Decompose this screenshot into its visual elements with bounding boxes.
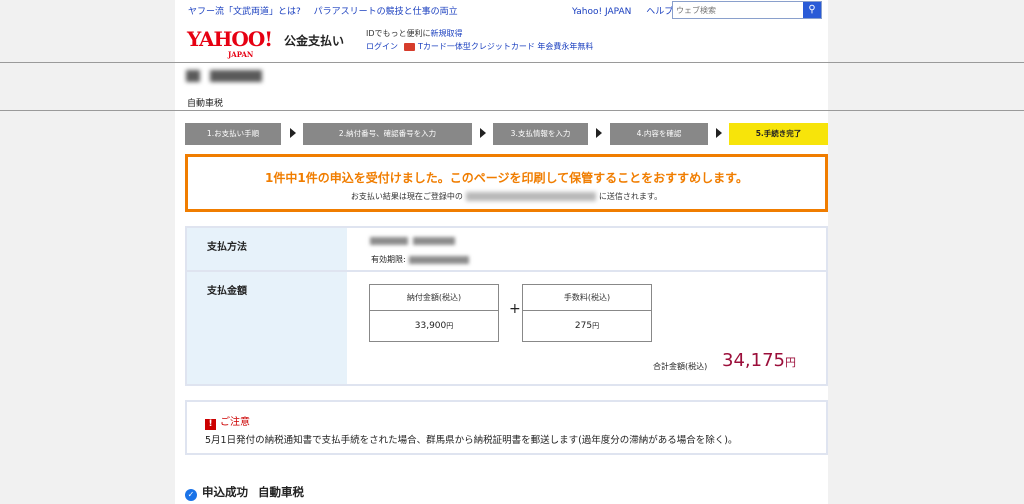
caution-text: 5月1日発付の納税通知書で支払手続をされた場合、群馬県から納税証明書を郵送します… [205, 435, 738, 446]
service-name[interactable]: 公金支払い [284, 32, 344, 49]
step-arrow-icon [290, 128, 296, 138]
fee-box: 手数料(税込) 275円 [522, 284, 652, 342]
top-right-links: Yahoo! JAPAN ヘルプ [572, 4, 685, 17]
success-item: 自動車税 [258, 485, 304, 499]
masked-email [465, 192, 596, 201]
help-link[interactable]: ヘルプ [646, 7, 673, 17]
id-promo: IDでもっと便利に新規取得 [366, 28, 463, 39]
web-search: ⚲ [672, 1, 822, 19]
register-link[interactable]: 新規取得 [431, 29, 463, 38]
caution-title: ! ご注意 [205, 413, 250, 430]
header-divider [0, 62, 1024, 63]
payment-method-label: 支払方法 [187, 228, 347, 270]
login-link[interactable]: ログイン [366, 42, 398, 51]
caution-box: ! ご注意 5月1日発付の納税通知書で支払手続をされた場合、群馬県から納税証明書を… [185, 400, 828, 455]
tax-amount-label: 納付金額(税込) [370, 285, 498, 311]
total-label: 合計金額(税込) [653, 362, 708, 371]
card-expiry: 有効期限: [371, 254, 469, 265]
login-line: ログイン Tカード一体型クレジットカード 年会費永年無料 [366, 41, 593, 52]
yahoo-logo-sub: JAPAN [228, 50, 254, 59]
step-arrow-icon [480, 128, 486, 138]
search-input[interactable] [673, 2, 803, 18]
tax-amount-value: 33,900円 [414, 321, 454, 331]
warning-icon: ! [205, 419, 216, 430]
top-news-links: ヤフー流「文武両道」とは? パラアスリートの競技と仕事の両立 [188, 4, 468, 17]
completion-notice: 1件中1件の申込を受付けました。このページを印刷して保管することをおすすめします… [185, 154, 828, 212]
step-4: 4.内容を確認 [610, 123, 708, 145]
tax-amount-box: 納付金額(税込) 33,900円 [369, 284, 499, 342]
top-bar: ヤフー流「文武両道」とは? パラアスリートの競技と仕事の両立 Yahoo! JA… [175, 0, 828, 20]
step-5-current: 5.手続き完了 [729, 123, 828, 145]
id-promo-text: IDでもっと便利に [366, 29, 431, 38]
plus-icon: + [509, 301, 521, 317]
yahoo-japan-link[interactable]: Yahoo! JAPAN [572, 7, 631, 17]
total-value: 34,175円 [722, 350, 796, 371]
step-1: 1.お支払い手順 [185, 123, 281, 145]
title-divider [0, 110, 1024, 111]
page-title: 自動車税 [187, 99, 224, 109]
top-link-para-athlete[interactable]: パラアスリートの競技と仕事の両立 [314, 7, 458, 17]
tcard-icon [404, 42, 415, 51]
notification-message: お支払い結果は現在ご登録中の に送信されます。 [188, 191, 825, 202]
top-link-bunbu[interactable]: ヤフー流「文武両道」とは? [188, 7, 301, 17]
search-button[interactable]: ⚲ [803, 2, 821, 18]
completion-message: 1件中1件の申込を受付けました。このページを印刷して保管することをおすすめします… [265, 171, 748, 185]
masked-card-brand [370, 237, 408, 245]
masked-card-number [413, 237, 455, 245]
notification-suffix: に送信されます。 [598, 192, 663, 201]
step-arrow-icon [596, 128, 602, 138]
step-3: 3.支払情報を入力 [493, 123, 588, 145]
success-label: 申込成功 [202, 485, 248, 499]
masked-expiry [408, 255, 469, 264]
blurred-user-name [186, 70, 200, 82]
yahoo-logo[interactable]: YAHOO! [187, 27, 273, 51]
payment-details-table: 支払方法 有効期限: 支払金額 納付金額(税込) 33,900円 + 手数料(税… [185, 226, 828, 386]
check-circle-icon: ✓ [185, 489, 197, 501]
success-heading: ✓ 申込成功 自動車税 [185, 484, 304, 501]
left-background [0, 0, 175, 504]
payment-amount-label: 支払金額 [187, 272, 347, 384]
notification-prefix: お支払い結果は現在ご登録中の [350, 192, 463, 201]
tcard-link[interactable]: Tカード一体型クレジットカード 年会費永年無料 [418, 42, 593, 51]
right-background [828, 0, 1024, 504]
step-2: 2.納付番号、確認番号を入力 [303, 123, 472, 145]
fee-label: 手数料(税込) [523, 285, 651, 311]
blurred-user-name [210, 70, 262, 82]
search-icon: ⚲ [808, 4, 816, 15]
step-arrow-icon [716, 128, 722, 138]
fee-value: 275円 [574, 321, 600, 331]
expiry-label: 有効期限: [371, 255, 406, 264]
